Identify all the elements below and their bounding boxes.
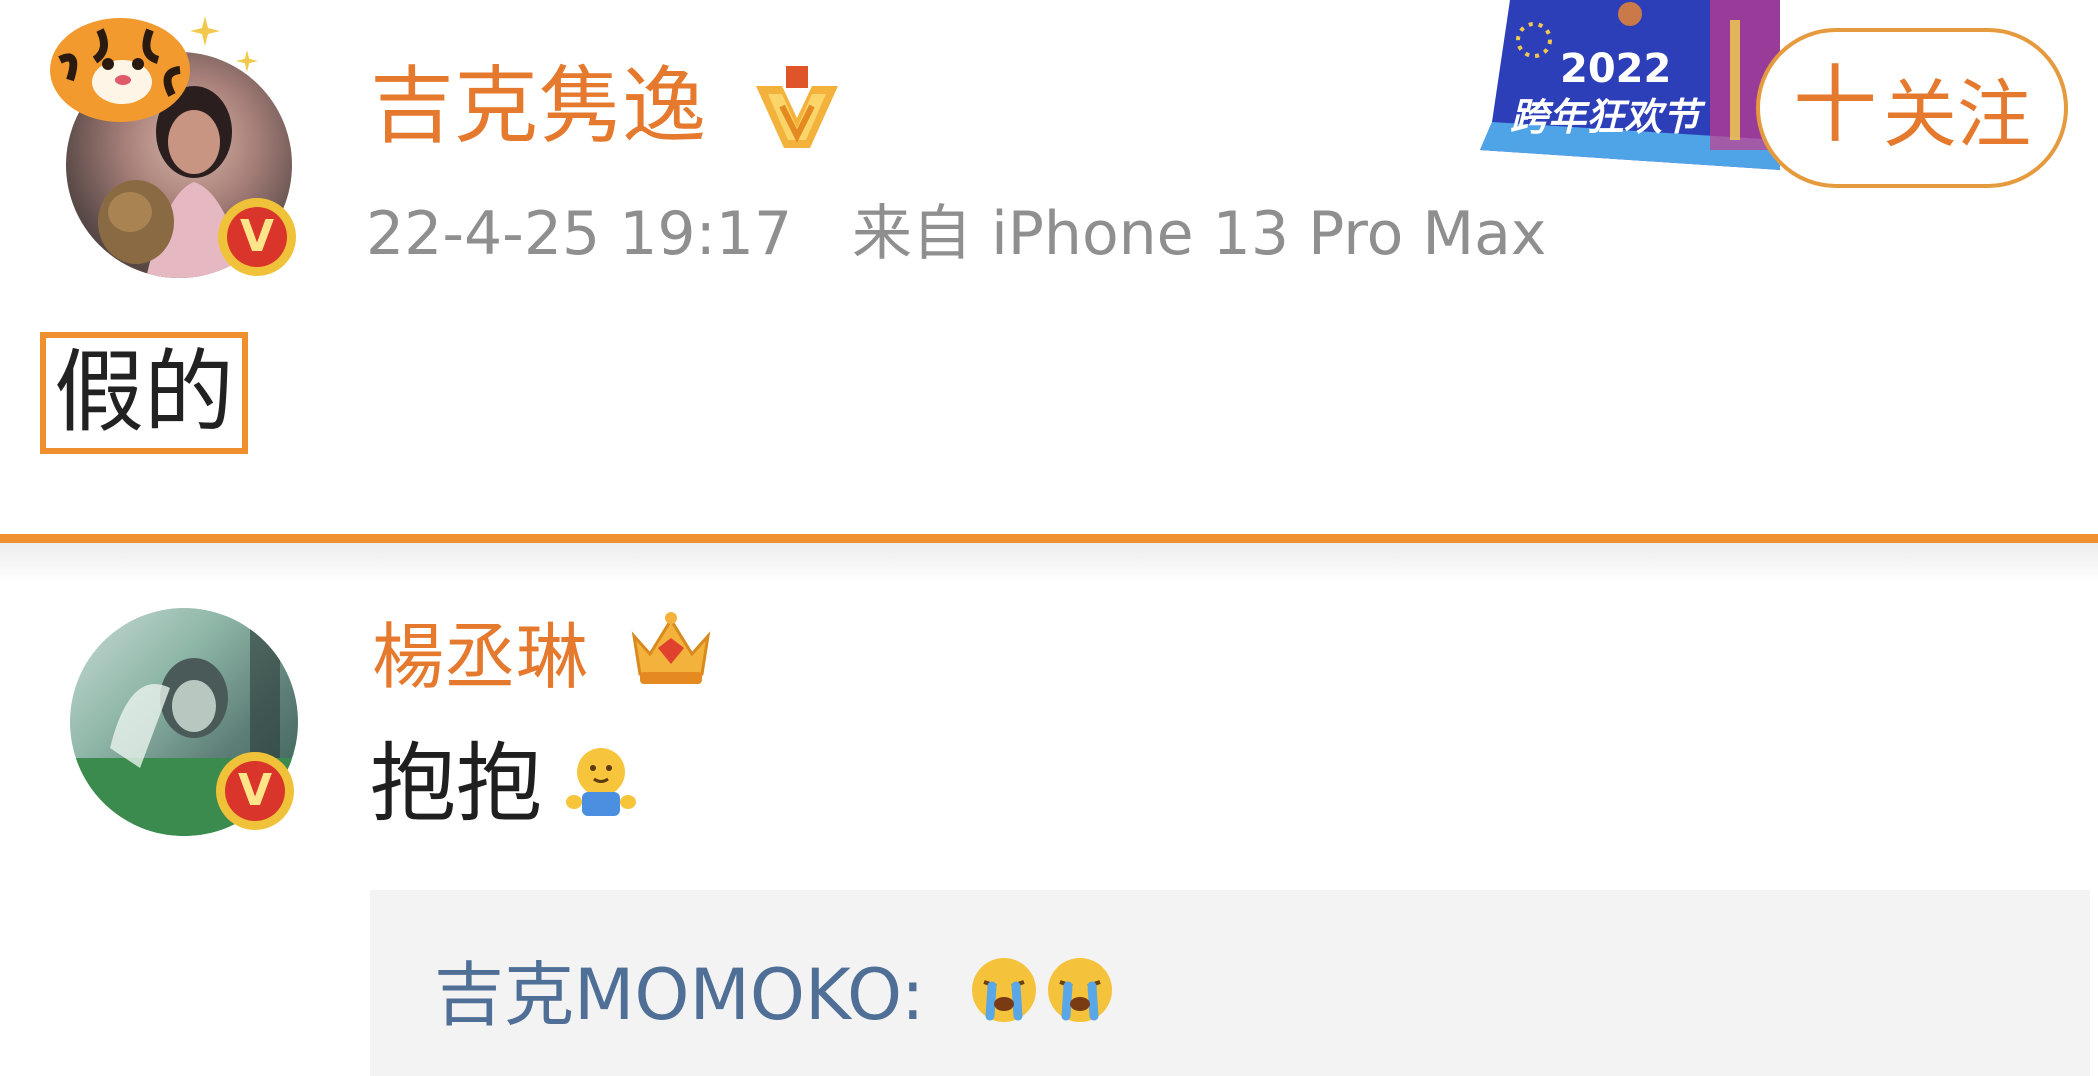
- divider-shadow: [0, 543, 2098, 583]
- crying-face-icon: [972, 958, 1036, 1022]
- plus-icon: 十: [1792, 56, 1877, 154]
- post-author-name[interactable]: 吉克隽逸: [370, 56, 706, 156]
- crying-face-icon: [1048, 958, 1112, 1022]
- quote-separator: :: [900, 954, 925, 1036]
- crown-icon[interactable]: [628, 608, 714, 690]
- commenter-name[interactable]: 楊丞琳: [372, 612, 588, 702]
- new-year-banner[interactable]: 2022 跨年狂欢节: [1480, 0, 1780, 170]
- verified-badge-icon: V: [218, 198, 296, 276]
- hug-emoji-icon: [566, 748, 636, 816]
- quoted-reply-text: 吉克MOMOKO:: [434, 950, 925, 1040]
- gold-v-medal-icon[interactable]: [752, 66, 842, 150]
- follow-button-label: 关注: [1883, 71, 2031, 158]
- post-source: 来自 iPhone 13 Pro Max: [852, 199, 1547, 269]
- sparkle-icon: [236, 50, 258, 72]
- follow-button[interactable]: 十 关注: [1756, 28, 2068, 188]
- banner-title: 跨年狂欢节: [1510, 95, 1701, 139]
- tiger-sticker-icon: [50, 18, 190, 122]
- post-text-highlight: 假的: [40, 332, 248, 454]
- comment-text: 抱抱: [370, 734, 542, 834]
- quoted-reply[interactable]: 吉克MOMOKO:: [370, 890, 2090, 1076]
- sparkle-icon: [190, 16, 220, 46]
- section-divider: [0, 534, 2098, 543]
- verified-badge-icon: V: [216, 752, 294, 830]
- post-timestamp: 22-4-25 19:17: [366, 199, 793, 269]
- quoted-author[interactable]: 吉克MOMOKO: [434, 954, 901, 1036]
- post-text: 假的: [54, 340, 234, 445]
